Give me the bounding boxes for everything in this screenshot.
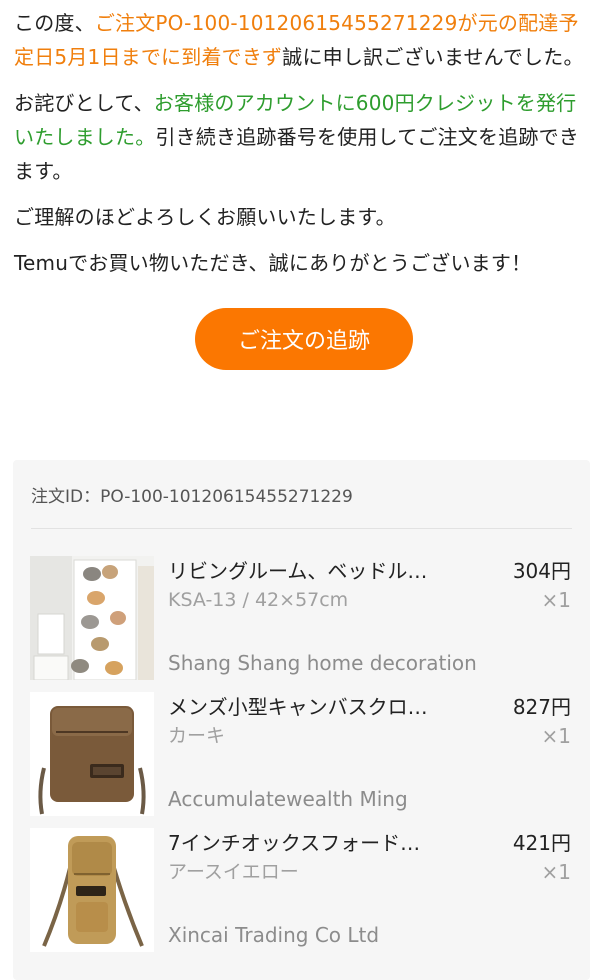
item-price: 421円 [512,831,571,855]
item-price: 304円 [512,559,571,583]
message-paragraph-3: ご理解のほどよろしくお願いいたします。 [14,205,396,229]
track-order-button[interactable]: ご注文の追跡 [195,308,413,370]
item-variant: アースイエロー [168,861,299,883]
item-shop-name[interactable]: Xincai Trading Co Ltd [168,920,379,950]
item-title[interactable]: リビングルーム、ベッドルーム用 [168,556,430,586]
order-item[interactable]: メンズ小型キャンバスクロスボディ カーキ Accumulatewealth Mi… [30,692,575,816]
p2-text-pre: お詫びとして、 [14,91,154,115]
yellow-phone-bag-image[interactable] [30,828,154,952]
item-variant: KSA-13 / 42×57cm [168,589,349,611]
item-quantity: ×1 [541,588,571,612]
message-paragraph-4: Temuでお買い物いただき、誠にありがとうございます！ [14,251,532,275]
order-item[interactable]: 7インチオックスフォードバッグ アースイエロー Xincai Trading C… [30,828,575,952]
item-title[interactable]: 7インチオックスフォードバッグ [168,828,430,858]
apology-message: この度、ご注文PO-100-10120615455271229が元の配達予定日5… [0,0,608,280]
item-title[interactable]: メンズ小型キャンバスクロスボディ [168,692,430,722]
order-card: 注文ID：PO-100-10120615455271229 リビングルーム、ベッ… [13,460,590,980]
p1-text-post: 誠に申し訳ございませんでした。 [282,45,584,69]
item-quantity: ×1 [541,860,571,884]
item-variant: カーキ [168,725,226,747]
order-item[interactable]: リビングルーム、ベッドルーム用 KSA-13 / 42×57cm Shang S… [30,556,575,680]
order-id-label: 注文ID：PO-100-10120615455271229 [31,487,353,507]
card-divider [31,528,572,529]
p1-text-pre: この度、 [14,11,95,35]
cat-wall-sticker-image[interactable] [30,556,154,680]
item-shop-name[interactable]: Shang Shang home decoration [168,648,477,678]
message-paragraph-2: お詫びとして、お客様のアカウントに600円クレジットを発行いたしました。引き続き… [14,86,594,188]
brown-bag-image[interactable] [30,692,154,816]
item-price: 827円 [512,695,571,719]
message-paragraph-1: この度、ご注文PO-100-10120615455271229が元の配達予定日5… [14,6,594,74]
track-button-wrapper: ご注文の追跡 [0,308,608,370]
item-quantity: ×1 [541,724,571,748]
item-shop-name[interactable]: Accumulatewealth Ming [168,784,408,814]
